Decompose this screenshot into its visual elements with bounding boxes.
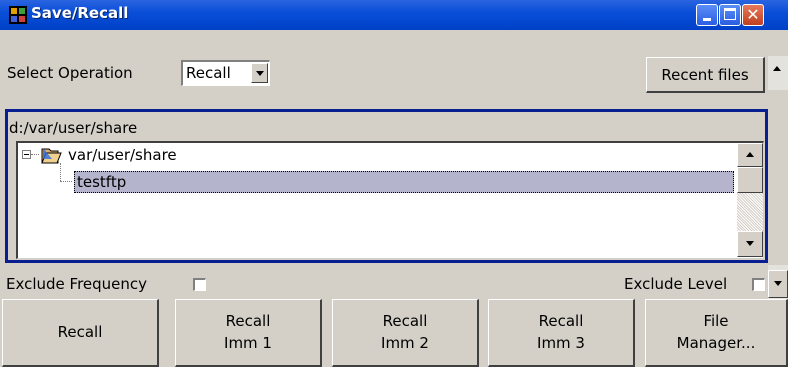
recall-imm1-button[interactable]: Recall Imm 1 [175,299,322,367]
scroll-down-icon [746,241,754,246]
file-tree[interactable]: var/user/share testftp [16,141,764,259]
button-label-line1: File [703,312,729,330]
scroll-up-icon [773,66,781,71]
tree-scroll-thumb[interactable] [737,167,763,193]
exclude-level-label: Exclude Level [624,275,728,293]
tree-scrollbar[interactable] [737,143,763,257]
tree-row-selected[interactable]: testftp [74,171,734,193]
recall-imm2-button[interactable]: Recall Imm 2 [332,299,479,367]
recall-button[interactable]: Recall [2,299,159,367]
tree-item-label: var/user/share [68,146,177,164]
maximize-button[interactable] [719,4,741,26]
app-icon [9,6,27,24]
tree-scroll-track[interactable] [737,193,763,231]
close-button[interactable]: ✕ [742,4,764,26]
button-label-line2: Manager... [676,334,756,352]
button-label-line2: Imm 1 [224,334,272,352]
maximize-icon [724,8,736,20]
chevron-down-icon [256,71,264,76]
collapse-icon[interactable] [22,150,31,159]
exclude-level-checkbox[interactable] [752,278,765,291]
minimize-icon [703,18,711,21]
folder-open-icon [41,148,62,164]
scroll-down-icon [774,281,782,286]
scroll-up-icon [746,152,754,157]
close-icon: ✕ [746,5,760,24]
exclude-frequency-checkbox[interactable] [193,278,206,291]
recall-imm3-button[interactable]: Recall Imm 3 [488,299,635,367]
button-label-line1: Recall [538,312,584,330]
exclude-frequency-label: Exclude Frequency [6,275,148,293]
button-label-line1: Recall [382,312,428,330]
tree-row-root[interactable]: var/user/share [18,145,718,169]
title-bar[interactable]: Save/Recall ✕ [0,0,788,30]
scroll-down-button[interactable] [768,270,788,298]
current-path: d:/var/user/share [9,119,138,137]
recall-button-label: Recall [57,323,103,341]
button-label-line1: Recall [225,312,271,330]
minimize-button[interactable] [696,4,718,26]
select-operation-label: Select Operation [7,64,133,82]
tree-scroll-up-button[interactable] [737,143,763,167]
window-title: Save/Recall [31,4,129,22]
operation-select[interactable]: Recall [181,60,270,86]
recent-files-button[interactable]: Recent files [646,57,765,93]
tree-scroll-down-button[interactable] [737,231,763,257]
tree-item-label: testftp [77,173,127,191]
operation-select-value: Recall [186,64,231,82]
save-recall-window: Save/Recall ✕ Select Operation Recall Re… [0,0,788,367]
scroll-track[interactable] [768,90,788,265]
dropdown-button[interactable] [251,63,268,83]
file-manager-button[interactable]: File Manager... [645,299,788,367]
button-label-line2: Imm 3 [537,334,585,352]
button-label-line2: Imm 2 [381,334,429,352]
